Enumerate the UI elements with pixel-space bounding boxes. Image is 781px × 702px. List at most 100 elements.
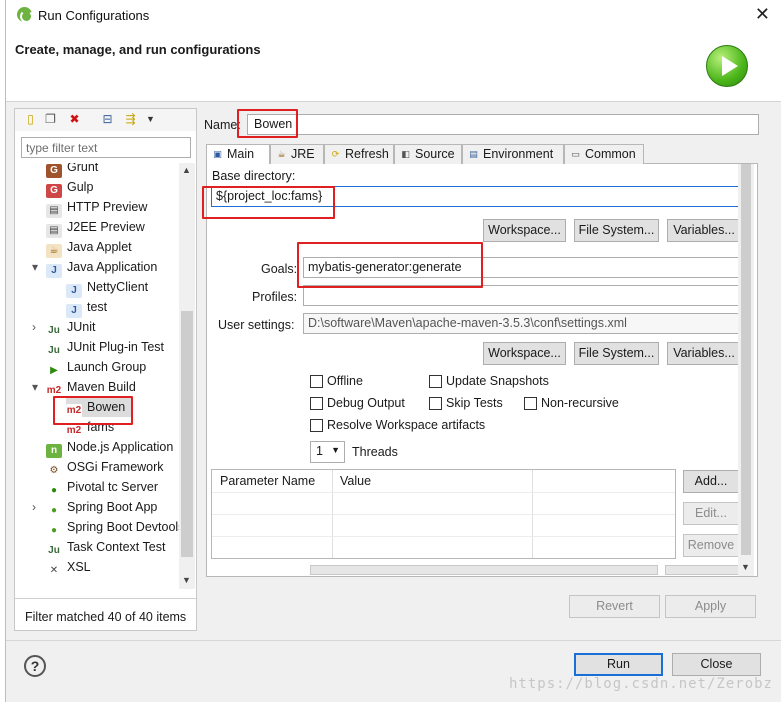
tree-item-nettyclient[interactable]: J NettyClient	[66, 277, 148, 298]
configuration-tree: G Grunt G Gulp ▤ HTTP Preview ▤ J2EE Preview ☕ Ja…	[15, 163, 179, 589]
add-parameter-button[interactable]: Add...	[683, 470, 739, 493]
apply-button[interactable]: Apply	[665, 595, 756, 618]
tree-scrollbar-thumb[interactable]	[181, 311, 193, 557]
scroll-down-chevron-icon[interactable]: ▼	[182, 575, 191, 585]
tree-item-launch-group[interactable]: ▶ Launch Group	[46, 357, 146, 378]
tab-source[interactable]: ◧ Source	[394, 144, 462, 164]
tree-item-bowen[interactable]: m2 Bowen	[66, 397, 132, 418]
config-type-icon: ●	[46, 504, 62, 518]
filter-status: Filter matched 40 of 40 items	[25, 610, 187, 624]
user-settings-input[interactable]: D:\software\Maven\apache-maven-3.5.3\con…	[303, 313, 741, 334]
config-type-icon: m2	[46, 384, 62, 398]
revert-button[interactable]: Revert	[569, 595, 660, 618]
tree-item-java-applet[interactable]: ☕ Java Applet	[46, 237, 132, 258]
non-recursive-checkbox[interactable]	[524, 397, 537, 410]
duplicate-icon[interactable]: ❐	[43, 112, 58, 127]
close-icon[interactable]: ✕	[755, 4, 770, 25]
tab-label: Environment	[483, 147, 554, 161]
goals-input[interactable]: mybatis-generator:generate	[303, 257, 741, 278]
table-header: Parameter Name Value	[212, 470, 675, 492]
jre-icon: ☕	[277, 149, 286, 159]
name-input[interactable]: Bowen	[247, 114, 759, 135]
tree-item-http-preview[interactable]: ▤ HTTP Preview	[46, 197, 148, 218]
tree-item-xsl[interactable]: ✕ XSL	[46, 557, 91, 578]
debug-output-checkbox[interactable]	[310, 397, 323, 410]
tree-item-label: OSGi Framework	[67, 460, 164, 474]
tree-item-grunt[interactable]: G Grunt	[46, 163, 98, 178]
tab-common[interactable]: ▭ Common	[564, 144, 644, 164]
left-toolbar: ▯ ❐ ✖ ⊟ ⇶ ▼	[15, 109, 196, 131]
close-button[interactable]: Close	[672, 653, 761, 676]
tab-refresh[interactable]: ⟳ Refresh	[324, 144, 394, 164]
tree-item-osgi-framework[interactable]: ⚙ OSGi Framework	[46, 457, 164, 478]
scroll-down-chevron-icon[interactable]: ▼	[741, 562, 750, 572]
tree-item-label: Gulp	[67, 180, 94, 194]
help-icon[interactable]: ?	[24, 655, 46, 677]
threads-label: Threads	[352, 445, 398, 459]
file-system-button[interactable]: File System...	[574, 219, 659, 242]
remove-parameter-button[interactable]: Remove	[683, 534, 739, 557]
skip-tests-checkbox[interactable]	[429, 397, 442, 410]
offline-checkbox[interactable]	[310, 375, 323, 388]
tree-scrollbar[interactable]: ▲ ▼	[179, 163, 195, 589]
tree-item-label: HTTP Preview	[67, 200, 148, 214]
edit-parameter-button[interactable]: Edit...	[683, 502, 739, 525]
tree-item-spring-boot-devtools[interactable]: ● Spring Boot Devtools	[46, 517, 179, 538]
debug-output-label: Debug Output	[327, 396, 405, 410]
resolve-workspace-checkbox[interactable]	[310, 419, 323, 432]
tree-item-fams[interactable]: m2 fams	[66, 417, 115, 438]
config-type-icon: G	[46, 164, 62, 178]
tree-item-node-js-application[interactable]: n Node.js Application	[46, 437, 173, 458]
tab-label: Refresh	[345, 147, 389, 161]
delete-icon[interactable]: ✖	[67, 112, 82, 127]
tree-item-label: Java Application	[67, 260, 158, 274]
config-type-icon: ⚙	[46, 464, 62, 478]
tab-jre[interactable]: ☕ JRE	[270, 144, 324, 164]
view-menu-chevron-icon[interactable]: ▼	[143, 112, 158, 127]
tab-main[interactable]: ▣ Main	[206, 144, 270, 165]
tab-scrollbar[interactable]: ▼	[738, 164, 754, 576]
filter-icon[interactable]: ⇶	[123, 112, 138, 127]
chevron-down-icon[interactable]: ▾	[32, 380, 38, 394]
update-snapshots-checkbox[interactable]	[429, 375, 442, 388]
tree-item-spring-boot-app[interactable]: ● Spring Boot App	[46, 497, 157, 518]
tree-item-test[interactable]: Jtest	[66, 297, 107, 318]
chevron-right-icon[interactable]: ›	[32, 320, 36, 334]
variables-button-2[interactable]: Variables...	[667, 342, 741, 365]
tree-item-task-context-test[interactable]: Ju Task Context Test	[46, 537, 165, 558]
update-snapshots-label: Update Snapshots	[446, 374, 549, 388]
threads-select[interactable]: 1 ▼	[310, 441, 345, 463]
tree-item-junit[interactable]: Ju JUnit	[46, 317, 95, 338]
workspace-button[interactable]: Workspace...	[483, 219, 566, 242]
tab-scrollbar-thumb[interactable]	[741, 164, 751, 555]
workspace-button-2[interactable]: Workspace...	[483, 342, 566, 365]
tree-item-label: fams	[87, 420, 115, 434]
window-title: Run Configurations	[38, 8, 150, 23]
tree-item-junit-plug-in-test[interactable]: Ju JUnit Plug-in Test	[46, 337, 165, 358]
tree-item-label: JUnit Plug-in Test	[67, 340, 165, 354]
base-directory-input[interactable]: ${project_loc:fams}	[211, 186, 741, 207]
config-type-icon: Ju	[46, 544, 62, 558]
tree-item-label: J2EE Preview	[67, 220, 145, 234]
chevron-right-icon[interactable]: ›	[32, 500, 36, 514]
variables-button[interactable]: Variables...	[667, 219, 741, 242]
tab-environment[interactable]: ▤ Environment	[462, 144, 564, 164]
file-system-button-2[interactable]: File System...	[574, 342, 659, 365]
tree-item-j2ee-preview[interactable]: ▤ J2EE Preview	[46, 217, 145, 238]
divider	[6, 640, 781, 641]
config-type-icon: ▶	[46, 364, 62, 378]
spring-icon	[17, 7, 33, 23]
chevron-down-icon[interactable]: ▾	[32, 260, 38, 274]
profiles-input[interactable]	[303, 285, 741, 306]
tree-item-pivotal-tc-server[interactable]: ● Pivotal tc Server	[46, 477, 158, 498]
scroll-up-chevron-icon[interactable]: ▲	[182, 165, 191, 175]
filter-input[interactable]	[21, 137, 191, 158]
tree-item-gulp[interactable]: G Gulp	[46, 177, 94, 198]
configuration-editor: Name: Bowen ▣ Main ☕ JRE ⟳ Refresh ◧ Source …	[198, 108, 766, 631]
run-button[interactable]: Run	[574, 653, 663, 676]
tree-item-maven-build[interactable]: m2 Maven Build	[46, 377, 136, 398]
new-config-icon[interactable]: ▯	[23, 112, 38, 127]
config-type-icon: m2	[66, 424, 82, 438]
tree-item-java-application[interactable]: J Java Application	[46, 257, 158, 278]
collapse-all-icon[interactable]: ⊟	[100, 112, 115, 127]
